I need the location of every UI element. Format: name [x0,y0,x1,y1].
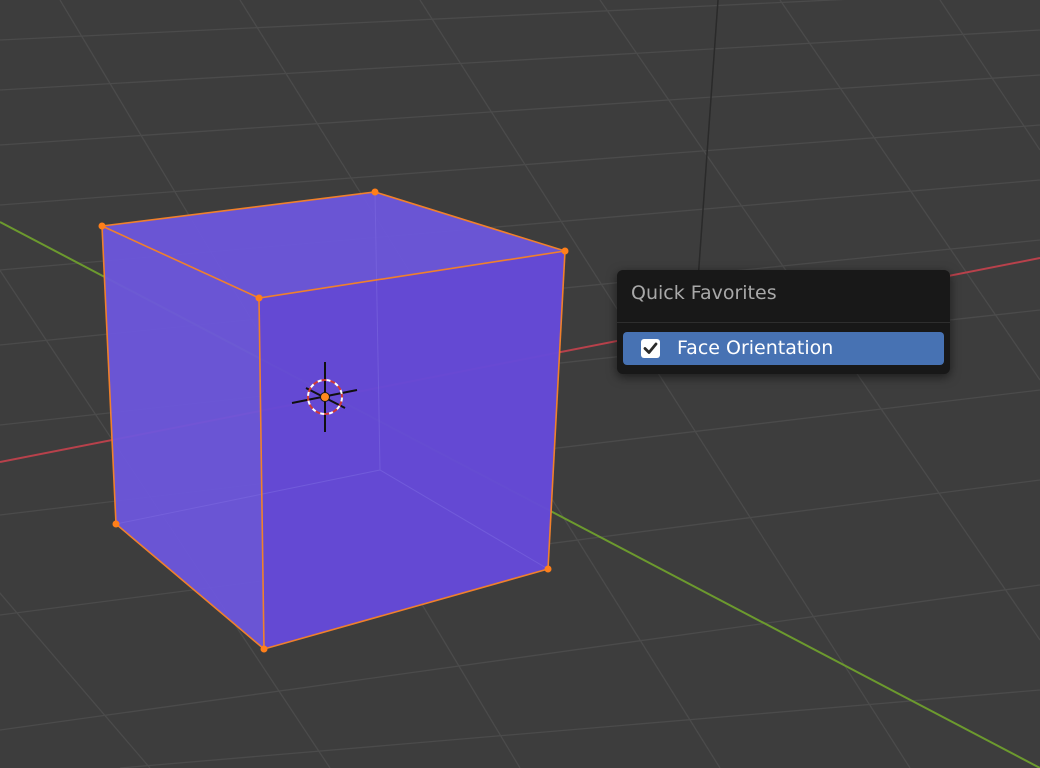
cube-face-front [259,251,565,649]
menu-item-face-orientation[interactable]: Face Orientation [623,332,944,365]
checkmark-icon [643,342,658,354]
3d-viewport[interactable] [0,0,1040,768]
menu-title: Quick Favorites [631,282,777,304]
face-orientation-checkbox[interactable] [641,339,660,358]
viewport-scene [0,0,1040,768]
menu-separator [617,322,950,323]
cube-object[interactable] [98,188,569,653]
menu-item-label: Face Orientation [677,337,834,359]
object-origin-icon [320,392,330,402]
z-axis-line [697,0,719,281]
quick-favorites-menu: Quick Favorites Face Orientation [617,270,950,374]
